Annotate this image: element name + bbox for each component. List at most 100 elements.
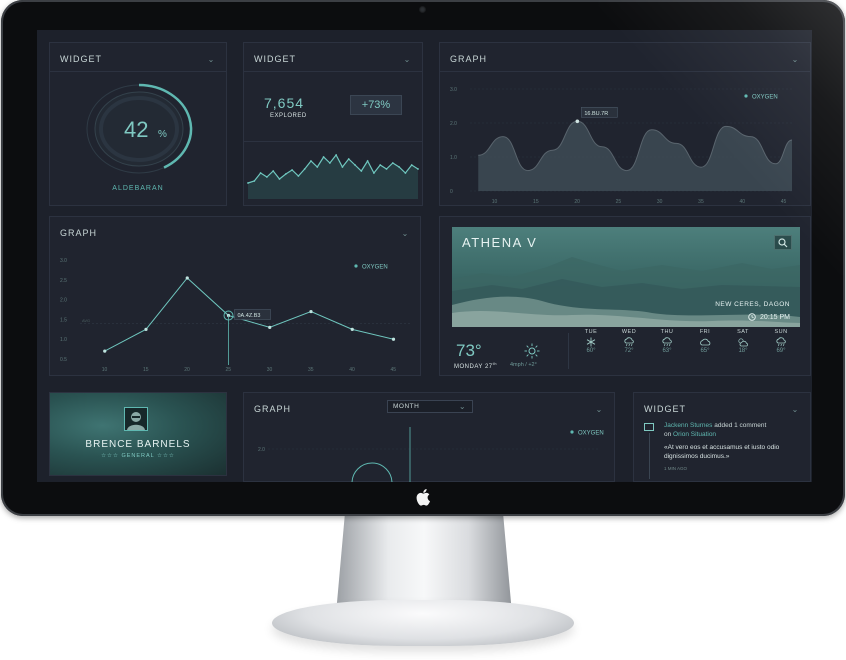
chevron-down-icon[interactable]: ⌄	[595, 405, 604, 414]
x-tick-label: 30	[657, 199, 663, 205]
search-icon	[778, 237, 788, 247]
user-avatar-icon	[127, 412, 145, 430]
data-point	[268, 325, 272, 329]
forecast-temp: 60°	[586, 348, 596, 354]
feed-author[interactable]: Jackenn Sturnes	[664, 422, 712, 429]
sparkline-point	[284, 173, 287, 175]
feed-time: 1 MIN AGO	[664, 466, 688, 471]
feed-widget: WIDGET ⌄ Jackenn Sturnes added 1 comment…	[633, 392, 811, 482]
chevron-down-icon[interactable]: ⌄	[207, 55, 216, 64]
y-tick-label: 0.5	[60, 357, 67, 363]
tooltip-text: 16.BU.7R	[584, 111, 608, 117]
sparkline-point	[316, 166, 319, 168]
sparkline-point	[297, 175, 300, 177]
data-point	[103, 349, 107, 353]
current-date: MONDAY 27th	[454, 361, 497, 370]
sparkline-area	[248, 155, 418, 199]
graph-mid-panel: GRAPH ⌄ 3.0 2.5 2.0 1.5 1.0 0.5 AVG 10 15 20 25 30 3…	[49, 216, 421, 376]
gauge-widget: WIDGET ⌄ 42 % ALDEBARAN	[49, 42, 227, 206]
feed-item: Jackenn Sturnes added 1 comment on Orion…	[664, 421, 804, 473]
area-chart: 3.0 2.0 1.0 0 10 15 20 25 30 35 40 45 16.BU.7R OXYGEN	[450, 87, 793, 205]
feed-action: added 1 comment	[714, 422, 767, 429]
chevron-down-icon[interactable]: ⌄	[403, 55, 412, 64]
x-tick-label: 30	[267, 367, 273, 373]
x-tick-label: 10	[102, 367, 108, 373]
feed-target-link[interactable]: Orion Situation	[673, 431, 716, 438]
y-tick-label: 3.0	[60, 258, 67, 264]
time-label: 20:15 PM	[748, 313, 790, 321]
sparkline-point	[291, 169, 293, 171]
legend-label: OXYGEN	[362, 265, 388, 271]
forecast-day: SUN 69°	[766, 329, 796, 354]
highlight-point	[575, 119, 580, 124]
line-chart: 3.0 2.5 2.0 1.5 1.0 0.5 AVG 10 15 20 25 30 35 40 45 0A.…	[60, 258, 410, 373]
x-tick-label: 35	[698, 199, 704, 205]
location-label: NEW CERES, DAGON	[715, 301, 790, 308]
x-tick-label: 45	[781, 199, 787, 205]
legend-label: OXYGEN	[578, 431, 604, 437]
arc-mark	[351, 462, 393, 482]
tooltip-text: 0A.4Z.B3	[238, 313, 261, 319]
widget-title: WIDGET	[60, 54, 102, 64]
chevron-down-icon[interactable]: ⌄	[791, 55, 800, 64]
y-tick-label: 2.5	[60, 278, 67, 284]
monitor-stand-base	[272, 600, 574, 646]
explored-label: EXPLORED	[270, 113, 307, 119]
search-button[interactable]	[774, 235, 792, 250]
sparkline-point	[303, 168, 306, 170]
chevron-down-icon[interactable]: ⌄	[791, 405, 800, 414]
sparkline-point	[253, 180, 256, 182]
sparkline-point	[404, 172, 407, 174]
x-tick-label: 15	[143, 367, 149, 373]
forecast-day: TUE 60°	[576, 329, 606, 354]
y-tick-label: 3.0	[450, 87, 457, 93]
rain-cloud-icon	[652, 335, 682, 348]
current-temp: 73°	[456, 341, 482, 360]
graph-title: GRAPH	[450, 54, 488, 64]
sparkline-point	[391, 162, 394, 164]
y-tick-label: 1.5	[60, 317, 67, 323]
forecast-day: SAT 18°	[728, 329, 758, 354]
y-tick-label: 0	[450, 189, 453, 195]
weather-panel: ATHENA V NEW CERES, DAGON 20:15 PM 73° M…	[439, 216, 811, 376]
chevron-down-icon: ⌄	[458, 402, 467, 411]
monitor-bezel: WIDGET ⌄ 42 % ALDEBARAN WIDGET ⌄ 7,654 E…	[1, 0, 845, 516]
data-point	[309, 309, 313, 314]
legend-dot	[744, 94, 748, 98]
avatar	[124, 407, 148, 431]
sparkline-point	[259, 172, 262, 174]
forecast-temp: 72°	[624, 348, 634, 354]
sparkline-point	[366, 160, 369, 162]
x-tick-label: 15	[533, 199, 539, 205]
graph-title: GRAPH	[254, 404, 292, 414]
legend-dot	[354, 264, 358, 268]
forecast-day: THU 63°	[652, 329, 682, 354]
data-point	[350, 327, 354, 331]
wind-info: 4mph / +2°	[510, 362, 537, 368]
period-select-value: MONTH	[393, 403, 420, 410]
sparkline-point	[278, 178, 281, 180]
legend-label: OXYGEN	[752, 95, 778, 101]
chevron-down-icon[interactable]: ⌄	[401, 229, 410, 238]
sparkline-point	[265, 176, 268, 178]
widget-title: WIDGET	[254, 54, 296, 64]
sparkline-point	[398, 166, 401, 168]
sparkline-point	[335, 154, 338, 156]
date-suffix: th	[492, 361, 497, 366]
sparkline-point	[247, 182, 249, 184]
sparkline-point	[341, 166, 344, 168]
x-tick-label: 25	[226, 367, 232, 373]
sparkline-point	[385, 168, 388, 170]
profile-card[interactable]: BRENCE BARNELS ☆☆☆ GENERAL ☆☆☆	[49, 392, 227, 476]
legend-dot	[570, 430, 574, 434]
period-select[interactable]: MONTH ⌄	[387, 400, 473, 413]
area-fill	[478, 121, 792, 191]
sparkline-point	[354, 164, 356, 166]
x-tick-label: 20	[184, 367, 190, 373]
gauge-ring: 42 %	[86, 83, 193, 174]
explored-value: 7,654	[264, 95, 305, 111]
sparkline-point	[373, 172, 375, 174]
profile-rank: ☆☆☆ GENERAL ☆☆☆	[101, 453, 175, 459]
sparkline-point	[310, 160, 312, 162]
feed-quote: «At vero eos et accusamus et iusto odio …	[664, 444, 780, 460]
